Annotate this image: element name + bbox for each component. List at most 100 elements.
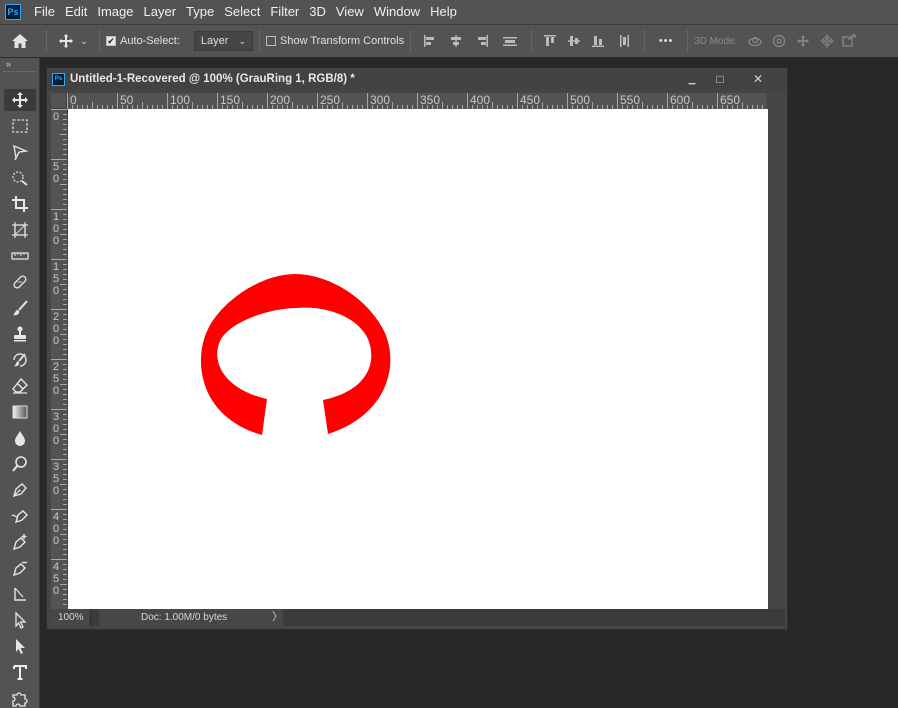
status-menu-arrow-icon[interactable]: 〉 [272,609,283,626]
direct-selection-tool[interactable] [4,635,36,657]
type-tool[interactable] [4,661,36,683]
menu-layer[interactable]: Layer [139,0,182,24]
panel-grip[interactable] [3,71,37,74]
menu-filter[interactable]: Filter [265,0,304,24]
auto-select-checkbox[interactable]: ✔ Auto-Select: [106,35,180,47]
ruler-v-label: 0 [53,385,59,397]
crop-tool[interactable] [4,193,36,215]
ruler-v-label: 0 [53,335,59,347]
slide-3d-icon[interactable] [815,29,839,53]
move-tool[interactable] [4,89,36,111]
ruler-v-label: 4 [53,511,59,523]
align-vertical-center-icon[interactable] [562,29,586,53]
history-brush-icon [13,353,27,367]
separator [99,30,100,52]
eraser-tool[interactable] [4,375,36,397]
dodge-icon [12,456,27,472]
ruler-v-label: 0 [53,523,59,535]
menu-help[interactable]: Help [425,0,462,24]
photoshop-logo-icon[interactable]: Ps [5,4,21,20]
lasso-tool[interactable] [4,141,36,163]
menu-3d[interactable]: 3D [304,0,331,24]
ruler-tool[interactable] [4,245,36,267]
red-horseshoe-shape[interactable] [200,274,391,435]
ruler-v-label: 0 [53,285,59,297]
maximize-icon: □ [716,72,724,86]
align-horizontal-center-icon[interactable] [443,29,469,53]
ruler-h-label: 150 [220,93,240,107]
document-title: Untitled-1-Recovered @ 100% (GrauRing 1,… [70,73,355,85]
pan-3d-icon[interactable] [791,29,815,53]
maximize-button[interactable]: □ [707,68,733,90]
menu-file[interactable]: File [29,0,60,24]
convert-point-tool[interactable] [4,583,36,605]
gradient-tool[interactable] [4,401,36,423]
distribute-vertical-icon[interactable] [495,29,525,53]
bandage-icon [13,275,27,289]
document-window[interactable]: Ps Untitled-1-Recovered @ 100% (GrauRing… [46,67,788,630]
ruler-h-label: 250 [320,93,340,107]
show-transform-label: Show Transform Controls [280,35,405,47]
align-bottom-icon[interactable] [586,29,610,53]
history-brush-tool[interactable] [4,349,36,371]
auto-select-target-dropdown[interactable]: Layer ⌄ [193,31,253,51]
vertical-ruler[interactable]: 050100150200250300350400450 [51,109,67,609]
roll-3d-icon[interactable] [767,29,791,53]
pen-minus-icon [12,561,27,577]
brush-tool[interactable] [4,297,36,319]
ruler-h-label: 350 [420,93,440,107]
ruler-v-label: 5 [53,573,59,585]
menu-select[interactable]: Select [219,0,265,24]
align-right-icon[interactable] [469,29,495,53]
document-tab[interactable]: Ps Untitled-1-Recovered @ 100% (GrauRing… [47,68,787,90]
orbit-3d-icon[interactable] [743,29,767,53]
quick-select-tool[interactable] [4,167,36,189]
add-anchor-tool[interactable] [4,531,36,553]
menu-type[interactable]: Type [181,0,219,24]
collapse-panel-icon[interactable]: » [6,59,11,69]
ruler-h-label: 450 [520,93,540,107]
menu-image[interactable]: Image [92,0,138,24]
options-bar: ⌄ ✔ Auto-Select: Layer ⌄ Show Transform … [0,24,898,58]
dodge-tool[interactable] [4,453,36,475]
ruler-origin[interactable] [51,93,67,109]
pen-tool[interactable] [4,479,36,501]
vertical-scrollbar[interactable] [768,109,785,609]
healing-tool[interactable] [4,271,36,293]
ruler-v-label: 1 [53,211,59,223]
menu-view[interactable]: View [331,0,369,24]
separator [644,30,646,52]
zoom-level-field[interactable]: 100% [51,609,91,626]
ruler-v-label: 0 [53,585,59,597]
delete-anchor-tool[interactable] [4,557,36,579]
clone-stamp-tool[interactable] [4,323,36,345]
ruler-v-label: 0 [53,235,59,247]
marquee-tool[interactable] [4,115,36,137]
close-icon: ✕ [752,72,764,86]
horizontal-ruler[interactable]: 0 50 100 150 200 250 300 350 400 450 500 550 600 650 [67,93,767,109]
ruler-v-label: 0 [53,111,59,123]
align-top-icon[interactable] [538,29,562,53]
scale-3d-icon[interactable] [839,29,859,53]
menu-window[interactable]: Window [369,0,425,24]
path-selection-tool[interactable] [4,609,36,631]
frame-tool[interactable] [4,219,36,241]
checkbox-unchecked-icon[interactable] [266,36,276,46]
blur-tool[interactable] [4,427,36,449]
freeform-pen-tool[interactable] [4,505,36,527]
home-icon[interactable] [0,29,40,53]
document-canvas[interactable] [68,109,768,609]
close-button[interactable]: ✕ [745,68,771,90]
more-options-icon[interactable]: ••• [651,29,681,53]
checkbox-checked-icon[interactable]: ✔ [106,36,116,46]
crop-icon [12,196,28,212]
custom-shape-tool[interactable] [4,687,36,708]
align-left-icon[interactable] [417,29,443,53]
menu-edit[interactable]: Edit [60,0,92,24]
minimize-button[interactable]: ▁ [679,68,705,90]
move-tool-preset-icon[interactable]: ⌄ [53,29,93,53]
distribute-horizontal-icon[interactable] [610,29,638,53]
show-transform-checkbox[interactable]: Show Transform Controls [266,35,404,47]
ruler-v-label: 5 [53,273,59,285]
ruler-v-label: 0 [53,485,59,497]
